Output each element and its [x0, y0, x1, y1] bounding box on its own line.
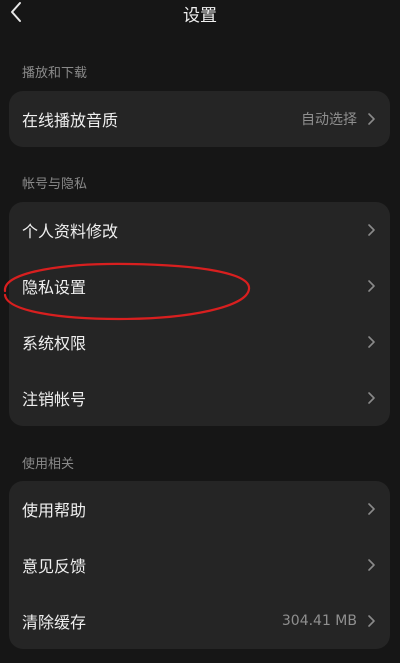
setting-value: 自动选择	[301, 112, 357, 128]
card-playback: 在线播放音质 自动选择	[9, 91, 390, 147]
card-account: 个人资料修改 隐私设置 系统权限 注销帐号	[9, 202, 390, 426]
chevron-right-icon	[368, 615, 375, 627]
setting-row-delete-account[interactable]: 注销帐号	[9, 370, 390, 426]
section-label-account: 帐号与隐私	[22, 177, 88, 192]
card-usage: 使用帮助 意见反馈 清除缓存 304.41 MB	[9, 481, 390, 649]
cache-size-value: 304.41 MB	[281, 613, 357, 629]
setting-label: 意见反馈	[22, 557, 87, 576]
setting-row-clear-cache[interactable]: 清除缓存 304.41 MB	[9, 593, 390, 649]
chevron-right-icon	[368, 559, 375, 571]
setting-row-help[interactable]: 使用帮助	[9, 481, 390, 537]
setting-label: 使用帮助	[22, 501, 87, 520]
chevron-right-icon	[368, 336, 375, 348]
chevron-right-icon	[368, 392, 375, 404]
section-label-playback: 播放和下载	[22, 66, 88, 81]
chevron-right-icon	[368, 280, 375, 292]
setting-label: 注销帐号	[22, 390, 87, 409]
setting-row-feedback[interactable]: 意见反馈	[9, 537, 390, 593]
setting-label: 个人资料修改	[22, 222, 119, 241]
chevron-right-icon	[368, 224, 375, 236]
section-label-usage: 使用相关	[22, 457, 75, 472]
top-bar: 设置	[0, 0, 400, 30]
setting-label: 隐私设置	[22, 278, 87, 297]
setting-row-privacy[interactable]: 隐私设置	[9, 258, 390, 314]
chevron-right-icon	[368, 113, 375, 125]
setting-row-system-permissions[interactable]: 系统权限	[9, 314, 390, 370]
setting-row-profile-edit[interactable]: 个人资料修改	[9, 202, 390, 258]
page-title: 设置	[183, 6, 217, 26]
setting-label: 在线播放音质	[22, 111, 119, 130]
setting-row-online-quality[interactable]: 在线播放音质 自动选择	[9, 91, 390, 147]
setting-label: 系统权限	[22, 334, 87, 353]
chevron-right-icon	[368, 503, 375, 515]
setting-label: 清除缓存	[22, 613, 87, 632]
